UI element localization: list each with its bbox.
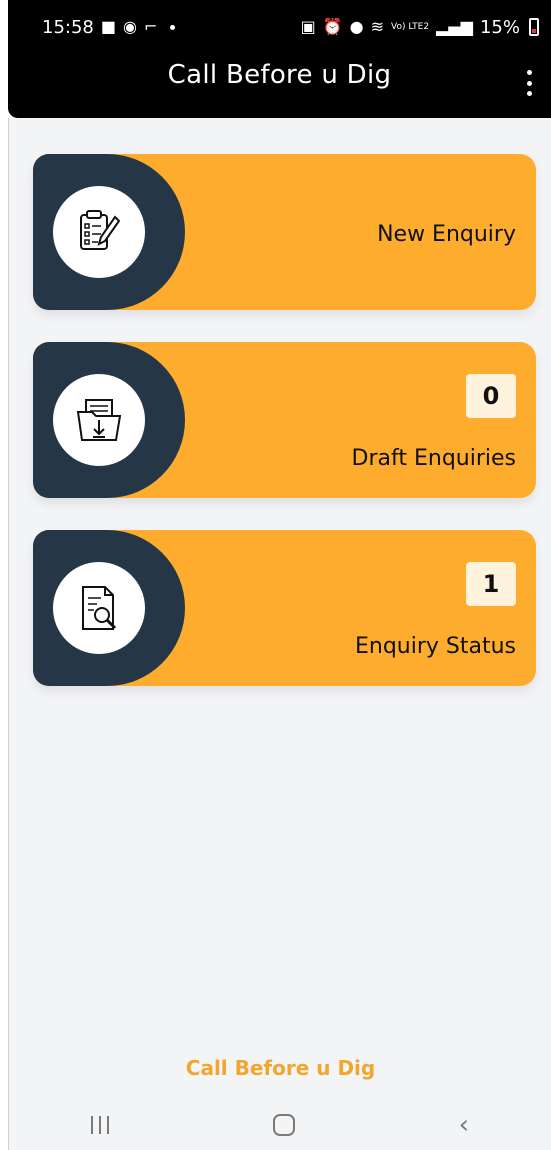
main-content: New Enquiry 0 Draft Enquiries 1 Enquiry … <box>8 118 551 1100</box>
back-icon[interactable]: ‹ <box>459 1110 469 1140</box>
checklist-pencil-icon <box>53 186 145 278</box>
kebab-menu-icon[interactable] <box>519 70 539 96</box>
location-icon: ● <box>349 17 364 36</box>
status-time: 15:58 <box>42 16 94 38</box>
whatsapp-icon: ◉ <box>123 17 137 36</box>
document-search-icon <box>53 562 145 654</box>
top-bar: 15:58 ■ ◉ ⌐ ▣ ⏰ ● ≋ Vo) LTE2 ▂▄▆ 15% Cal… <box>8 0 551 118</box>
enquiry-status-label: Enquiry Status <box>354 634 516 659</box>
battery-percent: 15% <box>479 16 520 38</box>
system-nav-bar: ‹ <box>8 1100 551 1150</box>
cast-icon: ⌐ <box>143 17 158 36</box>
battery-icon <box>529 18 539 36</box>
alarm-icon: ⏰ <box>322 17 343 36</box>
lock-icon: ▣ <box>300 17 316 36</box>
signal-icon: ▂▄▆ <box>436 17 473 36</box>
status-count-badge: 1 <box>466 562 516 606</box>
footer-brand-text: Call Before u Dig <box>185 1056 376 1080</box>
home-icon[interactable] <box>272 1114 295 1136</box>
notification-dot-icon <box>170 24 176 30</box>
new-enquiry-label: New Enquiry <box>377 222 516 247</box>
draft-count-badge: 0 <box>466 374 516 418</box>
folder-download-icon <box>53 374 145 466</box>
app-title: Call Before u Dig <box>167 60 392 90</box>
message-icon: ■ <box>100 17 116 36</box>
draft-enquiries-label: Draft Enquiries <box>351 446 516 471</box>
recents-icon[interactable] <box>90 1116 109 1134</box>
net-label: Vo) LTE2 <box>391 21 430 32</box>
wifi-icon: ≋ <box>370 17 385 36</box>
enquiry-status-card[interactable]: 1 Enquiry Status <box>33 530 536 686</box>
draft-enquiries-card[interactable]: 0 Draft Enquiries <box>33 342 536 498</box>
new-enquiry-card[interactable]: New Enquiry <box>33 154 536 310</box>
status-bar: 15:58 ■ ◉ ⌐ ▣ ⏰ ● ≋ Vo) LTE2 ▂▄▆ 15% <box>8 0 551 54</box>
